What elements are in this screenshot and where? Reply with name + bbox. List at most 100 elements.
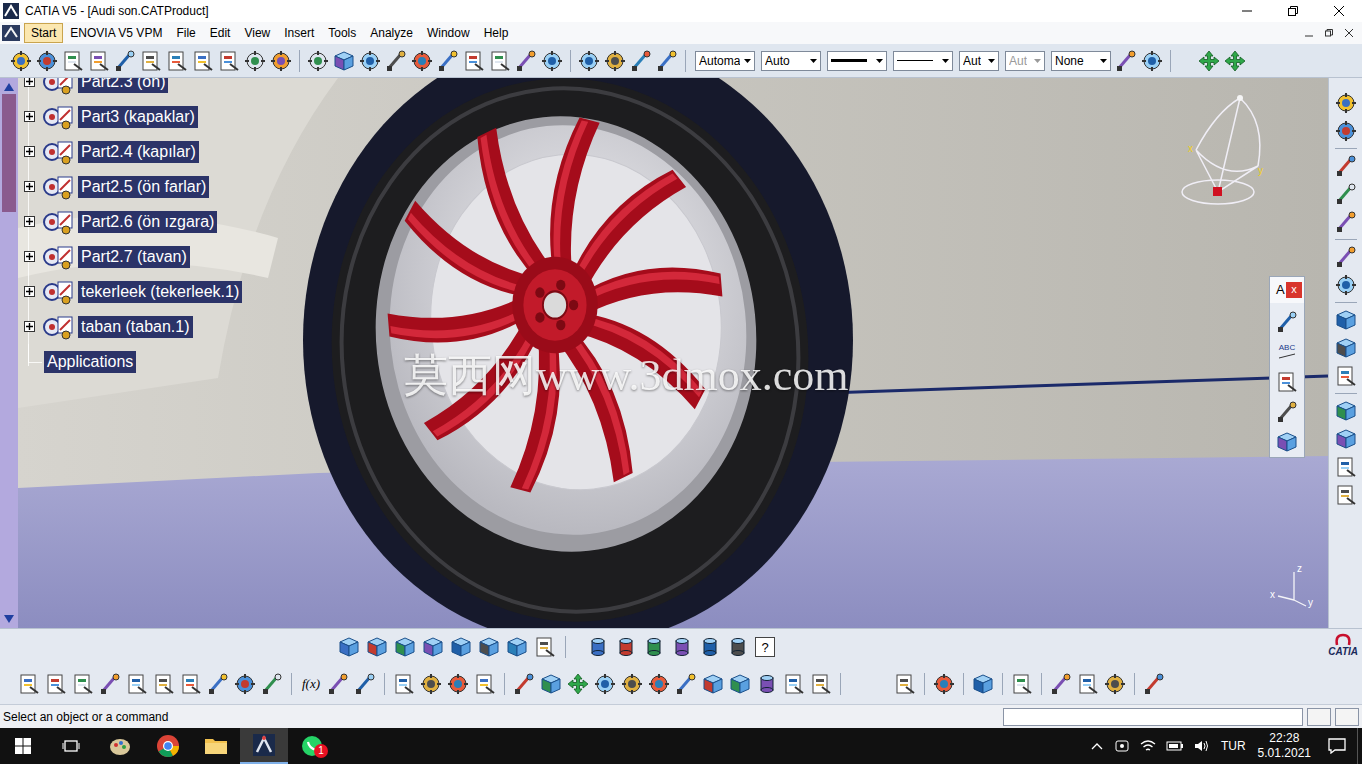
tool-icon[interactable] xyxy=(1335,155,1357,177)
doc-icon[interactable] xyxy=(534,636,556,658)
cube-icon[interactable] xyxy=(1335,400,1357,422)
doc-icon[interactable] xyxy=(166,50,188,72)
tool-icon[interactable] xyxy=(385,50,407,72)
cube-icon[interactable] xyxy=(972,673,994,695)
expand-toggle[interactable] xyxy=(24,78,35,87)
tool-icon[interactable] xyxy=(1143,673,1165,695)
doc-icon[interactable] xyxy=(45,673,67,695)
doc-icon[interactable] xyxy=(88,50,110,72)
menu-item[interactable]: Insert xyxy=(277,23,321,43)
cube-icon[interactable] xyxy=(540,673,562,695)
tool-icon[interactable] xyxy=(1115,50,1137,72)
cube-icon[interactable] xyxy=(702,673,724,695)
gear-icon[interactable] xyxy=(359,50,381,72)
doc-icon[interactable] xyxy=(463,50,485,72)
show-desktop-button[interactable] xyxy=(1357,728,1362,764)
tool-icon[interactable] xyxy=(1335,183,1357,205)
gear-icon[interactable] xyxy=(244,50,266,72)
tree-scrollbar[interactable] xyxy=(0,78,18,628)
tool-icon[interactable] xyxy=(1335,211,1357,233)
close-button[interactable]: x xyxy=(1286,282,1302,298)
tree-item[interactable]: Part2.6 (ön ızgara) xyxy=(18,204,242,239)
compass[interactable]: xy xyxy=(1176,92,1272,210)
cube-icon[interactable] xyxy=(1335,428,1357,450)
cyl-icon[interactable] xyxy=(727,636,749,658)
taskbar-app[interactable] xyxy=(240,728,288,764)
command-input[interactable] xyxy=(1003,708,1303,726)
expand-toggle[interactable] xyxy=(24,181,35,192)
taskbar-app[interactable]: 1 xyxy=(288,728,336,764)
cube-icon[interactable] xyxy=(366,636,388,658)
gear-icon[interactable] xyxy=(447,673,469,695)
doc-icon[interactable] xyxy=(393,673,415,695)
tool-icon[interactable] xyxy=(1050,673,1072,695)
doc-icon[interactable] xyxy=(894,673,916,695)
gear-icon[interactable] xyxy=(234,673,256,695)
minimize-button[interactable] xyxy=(1224,0,1270,22)
gear-icon[interactable] xyxy=(411,50,433,72)
style-dropdown[interactable]: None xyxy=(1051,51,1111,71)
cube-icon[interactable] xyxy=(338,636,360,658)
doc-icon[interactable] xyxy=(1335,456,1357,478)
gear-icon[interactable] xyxy=(541,50,563,72)
menu-item[interactable]: Window xyxy=(420,23,477,43)
gear-icon[interactable] xyxy=(307,50,329,72)
formula-button[interactable]: f(x) xyxy=(300,673,322,695)
tool-icon[interactable] xyxy=(515,50,537,72)
tool-icon[interactable] xyxy=(354,673,376,695)
tree-item[interactable]: Part2.4 (kapılar) xyxy=(18,134,242,169)
gear-icon[interactable] xyxy=(933,673,955,695)
gear-icon[interactable] xyxy=(1335,92,1357,114)
tool-icon[interactable] xyxy=(675,673,697,695)
menu-item[interactable]: Help xyxy=(477,23,516,43)
menu-item[interactable]: Tools xyxy=(321,23,363,43)
dropdown-arrow-icon[interactable] xyxy=(875,56,884,65)
gear-icon[interactable] xyxy=(578,50,600,72)
dropdown-arrow-icon[interactable] xyxy=(1099,56,1108,65)
style-dropdown[interactable] xyxy=(827,51,887,71)
tool-icon[interactable] xyxy=(1276,401,1298,423)
gear-icon[interactable] xyxy=(1141,50,1163,72)
expand-input-button[interactable] xyxy=(1335,708,1359,726)
cube-icon[interactable] xyxy=(333,50,355,72)
doc-icon[interactable] xyxy=(140,50,162,72)
style-dropdown[interactable]: Automa xyxy=(695,51,755,71)
cyl-icon[interactable] xyxy=(643,636,665,658)
doc-icon[interactable] xyxy=(1335,365,1357,387)
gear-icon[interactable] xyxy=(621,673,643,695)
cube-icon[interactable] xyxy=(450,636,472,658)
gear-icon[interactable] xyxy=(604,50,626,72)
doc-restore-icon[interactable] xyxy=(1324,28,1334,38)
menu-item[interactable]: File xyxy=(169,23,202,43)
style-dropdown[interactable]: Aut xyxy=(1005,51,1045,71)
doc-icon[interactable] xyxy=(783,673,805,695)
restore-button[interactable] xyxy=(1270,0,1316,22)
cube-icon[interactable] xyxy=(1335,309,1357,331)
tree-item[interactable]: taban (taban.1) xyxy=(18,309,242,344)
expand-toggle[interactable] xyxy=(24,111,35,122)
cube-icon[interactable] xyxy=(1335,337,1357,359)
doc-icon[interactable] xyxy=(126,673,148,695)
tool-icon[interactable] xyxy=(1276,311,1298,333)
doc-icon[interactable] xyxy=(72,673,94,695)
menu-item[interactable]: Analyze xyxy=(363,23,420,43)
tool-icon[interactable] xyxy=(437,50,459,72)
doc-icon[interactable] xyxy=(474,673,496,695)
dropdown-arrow-icon[interactable] xyxy=(987,56,996,65)
dropdown-arrow-icon[interactable] xyxy=(1033,56,1042,65)
action-center-button[interactable] xyxy=(1317,728,1357,764)
scroll-down-icon[interactable] xyxy=(3,614,15,624)
scroll-thumb[interactable] xyxy=(2,94,16,212)
cyl-icon[interactable] xyxy=(615,636,637,658)
cyl-icon[interactable] xyxy=(671,636,693,658)
wifi-icon[interactable] xyxy=(1140,739,1156,753)
tool-icon[interactable] xyxy=(99,673,121,695)
doc-icon[interactable] xyxy=(810,673,832,695)
tool-icon[interactable] xyxy=(1335,246,1357,268)
style-dropdown[interactable]: Aut xyxy=(959,51,999,71)
cube-icon[interactable] xyxy=(478,636,500,658)
doc-icon[interactable] xyxy=(1077,673,1099,695)
menu-item[interactable]: View xyxy=(237,23,277,43)
gear-icon[interactable] xyxy=(1104,673,1126,695)
dropdown-arrow-icon[interactable] xyxy=(809,56,818,65)
